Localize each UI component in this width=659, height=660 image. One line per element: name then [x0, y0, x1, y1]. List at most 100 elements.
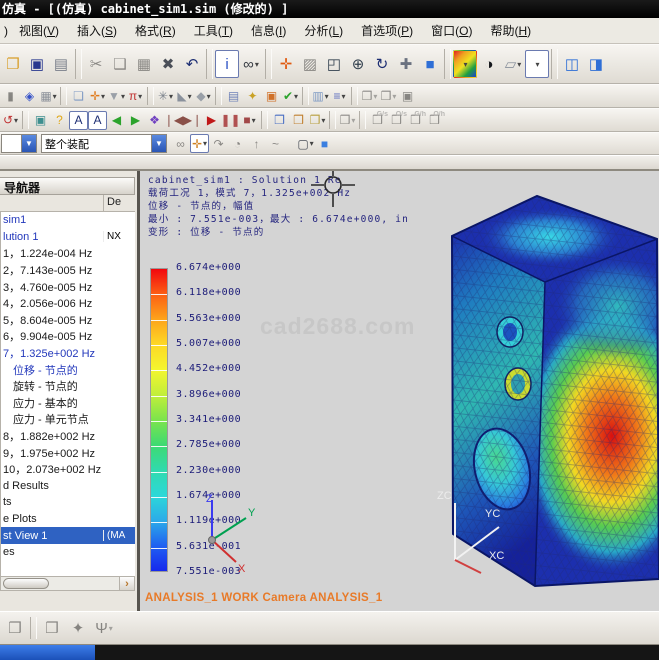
shaded-box-icon[interactable]: ■: [315, 134, 334, 153]
tree-row[interactable]: 7，1.325e+002 Hz: [1, 345, 135, 362]
type-filter-combo[interactable]: ▼: [1, 134, 37, 153]
snapshot-icon[interactable]: ▣: [31, 111, 50, 130]
sim-object-icon[interactable]: ▤: [224, 87, 243, 106]
connection-icon[interactable]: ✳▾: [156, 87, 175, 106]
menu-item[interactable]: 分析(L): [295, 20, 352, 41]
play-icon[interactable]: ▶: [202, 111, 221, 130]
region-icon[interactable]: ◣▾: [175, 87, 194, 106]
key-icon[interactable]: ✦: [243, 87, 262, 106]
tree-row[interactable]: 旋转 - 节点的: [1, 378, 135, 395]
previous-mode-icon[interactable]: ◀: [107, 111, 126, 130]
tree-row[interactable]: 2，7.143e-005 Hz: [1, 262, 135, 279]
text-icon[interactable]: A: [88, 111, 107, 130]
scrollbar-thumb[interactable]: [3, 578, 49, 589]
graphics-viewport[interactable]: cad2688.com: [140, 171, 659, 611]
tree-row[interactable]: es: [1, 544, 135, 561]
shaded-display-icon[interactable]: ◑: [477, 50, 501, 78]
post-process-icon[interactable]: ❖: [145, 111, 164, 130]
render-style-icon[interactable]: ▾: [453, 50, 477, 78]
tree-row[interactable]: 8，1.882e+002 Hz: [1, 428, 135, 445]
help-icon[interactable]: ?: [50, 111, 69, 130]
fixture-icon[interactable]: π▾: [126, 87, 145, 106]
copy-icon: ❑: [108, 50, 132, 78]
fit-view-icon[interactable]: ✛: [274, 50, 298, 78]
toolbar-separator: [359, 111, 366, 129]
name-column-header[interactable]: [0, 195, 103, 211]
pause-icon[interactable]: ❚❚: [221, 111, 240, 130]
toolbar-separator: [265, 49, 272, 79]
perspective-icon[interactable]: ■: [418, 50, 442, 78]
tree-row[interactable]: 10，2.073e+002 Hz: [1, 461, 135, 478]
tree-row[interactable]: 应力 - 基本的: [1, 395, 135, 412]
scroll-right-button[interactable]: ›: [119, 577, 134, 590]
selection-filter-icon[interactable]: ▢▾: [296, 134, 315, 153]
menu-item[interactable]: 插入(S): [68, 20, 126, 41]
legend-tick: [151, 497, 167, 498]
menu-item[interactable]: 窗口(O): [422, 20, 481, 41]
tree-row[interactable]: 5，8.604e-005 Hz: [1, 312, 135, 329]
last-frame-icon[interactable]: ▶❘: [183, 111, 202, 130]
zoom-box-icon[interactable]: ◰: [322, 50, 346, 78]
tree-row[interactable]: sim1: [1, 212, 135, 229]
menu-item[interactable]: 视图(V): [10, 20, 68, 41]
edit-model-icon[interactable]: ❒: [289, 111, 308, 130]
tree-row[interactable]: st View 1(MA: [1, 527, 135, 544]
verify-model-icon[interactable]: ❒: [270, 111, 289, 130]
first-frame-icon[interactable]: ❘◀: [164, 111, 183, 130]
mesh-icon[interactable]: ◈: [20, 87, 39, 106]
taskbar-start-button[interactable]: [0, 645, 95, 660]
report-icon[interactable]: ▥▾: [311, 87, 330, 106]
menu-item[interactable]: 格式(R): [126, 20, 185, 41]
info-icon[interactable]: i: [215, 50, 239, 78]
solution-setup-icon[interactable]: ▣: [262, 87, 281, 106]
annotation-icon[interactable]: A: [69, 111, 88, 130]
display-model-icon[interactable]: ❒▾: [308, 111, 327, 130]
clip-detail-icon[interactable]: ◨: [584, 50, 608, 78]
open-icon[interactable]: ❐: [1, 50, 25, 78]
menu-item[interactable]: 工具(T): [185, 20, 242, 41]
stop-icon[interactable]: ■▾: [240, 111, 259, 130]
navigator-column-header[interactable]: De: [0, 195, 135, 212]
clip-section-icon[interactable]: ◫: [560, 50, 584, 78]
print-icon[interactable]: ▤: [49, 50, 73, 78]
menu-item[interactable]: 帮助(H): [481, 20, 540, 41]
tree-row[interactable]: e Plots: [1, 511, 135, 528]
reset-orientation-icon[interactable]: ↺▾: [1, 111, 20, 130]
menu-item[interactable]: 首选项(P): [352, 20, 422, 41]
summary-icon[interactable]: ≡▾: [330, 87, 349, 106]
undo-icon[interactable]: ↶: [180, 50, 204, 78]
menu-item[interactable]: 信息(I): [242, 20, 295, 41]
next-mode-icon[interactable]: ▶: [126, 111, 145, 130]
tree-row[interactable]: 4，2.056e-006 Hz: [1, 295, 135, 312]
tree-row[interactable]: lution 1NX: [1, 229, 135, 246]
delete-icon[interactable]: ✖: [156, 50, 180, 78]
description-column-header[interactable]: De: [103, 195, 135, 211]
pan-icon[interactable]: ✚: [394, 50, 418, 78]
rotate-view-icon[interactable]: ↻: [370, 50, 394, 78]
selection-scope-combo[interactable]: 整个装配 ▼: [41, 134, 167, 153]
save-icon[interactable]: ▣: [25, 50, 49, 78]
binoculars-icon[interactable]: ∞▾: [239, 50, 263, 78]
load-icon[interactable]: ▼▾: [107, 87, 126, 106]
display-mode-icon[interactable]: ▱▾: [501, 50, 525, 78]
point-dialog-icon[interactable]: ✛▾: [190, 134, 209, 153]
background-color-icon[interactable]: ▾: [525, 50, 549, 78]
toolbar-separator: [22, 111, 29, 129]
mesh-grid-icon[interactable]: ▦▾: [39, 87, 58, 106]
tree-row[interactable]: 6，9.904e-005 Hz: [1, 328, 135, 345]
copy-object-icon[interactable]: ❏: [69, 87, 88, 106]
tree-row[interactable]: ts: [1, 494, 135, 511]
solve-icon[interactable]: ✔▾: [281, 87, 300, 106]
tree-row[interactable]: 应力 - 单元节点: [1, 411, 135, 428]
tree-row[interactable]: 3，4.760e-005 Hz: [1, 278, 135, 295]
combo-dropdown-icon[interactable]: ▼: [21, 135, 36, 152]
tree-row[interactable]: 位移 - 节点的: [1, 361, 135, 378]
horizontal-scrollbar[interactable]: ›: [0, 576, 135, 591]
constraint-icon[interactable]: ✛▾: [88, 87, 107, 106]
physical-property-icon[interactable]: ◆▾: [194, 87, 213, 106]
tree-row[interactable]: 1，1.224e-004 Hz: [1, 245, 135, 262]
combo-dropdown-icon[interactable]: ▼: [151, 135, 166, 152]
tree-row[interactable]: 9，1.975e+002 Hz: [1, 444, 135, 461]
zoom-icon[interactable]: ⊕: [346, 50, 370, 78]
tree-row[interactable]: d Results: [1, 478, 135, 495]
